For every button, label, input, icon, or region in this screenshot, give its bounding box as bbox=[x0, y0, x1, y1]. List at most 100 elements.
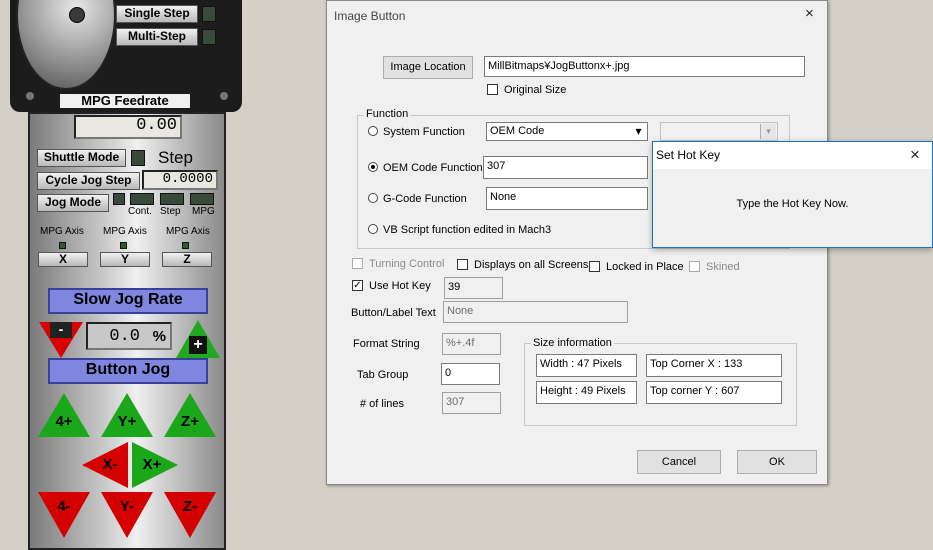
size-info-label: Size information bbox=[531, 337, 614, 349]
width-field: Width : 47 Pixels bbox=[536, 354, 637, 377]
jog-z-plus-button[interactable]: Z+ bbox=[164, 393, 216, 437]
jog-4-minus-button[interactable]: 4- bbox=[38, 492, 90, 538]
use-hot-key-label: Use Hot Key bbox=[369, 280, 431, 292]
num-lines-label: # of lines bbox=[360, 398, 405, 410]
original-size-checkbox[interactable] bbox=[487, 84, 498, 95]
jog-rate-plus-button[interactable]: + bbox=[176, 320, 220, 358]
cycle-jog-step-display: 0.0000 bbox=[142, 170, 218, 190]
skined-label: Skined bbox=[706, 261, 740, 273]
single-step-button[interactable]: Single Step bbox=[116, 5, 198, 23]
top-corner-y-field: Top corner Y : 607 bbox=[646, 381, 782, 404]
system-function-label: System Function bbox=[383, 126, 465, 138]
hot-key-input[interactable]: 39 bbox=[444, 277, 503, 299]
axis-x-button[interactable]: X bbox=[38, 252, 88, 267]
jog-rate-value: 0.0 bbox=[109, 327, 140, 346]
minus-icon: - bbox=[50, 322, 72, 338]
system-function-select[interactable]: OEM Code ▾ bbox=[486, 122, 648, 141]
ok-button[interactable]: OK bbox=[737, 450, 817, 474]
mpg-feedrate-label: MPG Feedrate bbox=[60, 94, 190, 108]
displays-all-checkbox[interactable] bbox=[457, 259, 468, 270]
tab-group-input[interactable]: 0 bbox=[441, 363, 500, 385]
step-small-label: Step bbox=[160, 206, 181, 217]
image-location-button[interactable]: Image Location bbox=[383, 56, 473, 79]
use-hot-key-checkbox[interactable]: ✓ bbox=[352, 280, 363, 291]
hot-key-title: Set Hot Key bbox=[656, 148, 721, 162]
multi-step-led bbox=[202, 29, 216, 45]
cycle-jog-step-button[interactable]: Cycle Jog Step bbox=[37, 172, 140, 190]
vb-script-radio[interactable] bbox=[368, 224, 378, 234]
mpg-axis-y-label: MPG Axis bbox=[103, 226, 147, 237]
screw-icon bbox=[220, 92, 228, 100]
num-lines-input[interactable]: 307 bbox=[442, 392, 501, 414]
mach3-jog-panel: Single Step Multi-Step MPG Feedrate 0.00… bbox=[0, 0, 245, 550]
turning-control-label: Turning Control bbox=[369, 258, 445, 270]
mpg-axis-x-label: MPG Axis bbox=[40, 226, 84, 237]
close-icon[interactable]: × bbox=[805, 5, 814, 22]
oem-code-function-radio[interactable] bbox=[368, 162, 378, 172]
top-corner-x-field: Top Corner X : 133 bbox=[646, 354, 782, 377]
screw-icon bbox=[26, 92, 34, 100]
secondary-select[interactable]: ▾ bbox=[660, 122, 778, 141]
close-icon[interactable]: × bbox=[910, 145, 920, 165]
plus-icon: + bbox=[189, 336, 207, 354]
slow-jog-rate-label: Slow Jog Rate bbox=[48, 288, 208, 314]
axis-y-led bbox=[120, 242, 127, 249]
single-step-led bbox=[202, 6, 216, 22]
jog-4-plus-button[interactable]: 4+ bbox=[38, 393, 90, 437]
button-label-text-label: Button/Label Text bbox=[351, 307, 436, 319]
axis-z-led bbox=[182, 242, 189, 249]
height-field: Height : 49 Pixels bbox=[536, 381, 637, 404]
jog-mode-button[interactable]: Jog Mode bbox=[37, 194, 109, 212]
gcode-function-radio[interactable] bbox=[368, 193, 378, 203]
displays-all-label: Displays on all Screens bbox=[474, 259, 589, 271]
shuttle-mode-led bbox=[131, 150, 145, 166]
format-string-input[interactable]: %+.4f bbox=[442, 333, 501, 355]
dialog-title: Image Button bbox=[334, 9, 406, 23]
jog-rate-minus-button[interactable]: - bbox=[39, 322, 83, 358]
system-function-value: OEM Code bbox=[490, 125, 545, 137]
format-string-label: Format String bbox=[353, 338, 420, 350]
original-size-label: Original Size bbox=[504, 84, 567, 96]
tab-group-label: Tab Group bbox=[357, 369, 409, 381]
system-function-radio[interactable] bbox=[368, 126, 378, 136]
chevron-down-icon: ▾ bbox=[760, 124, 776, 139]
mpg-label: MPG bbox=[192, 206, 215, 217]
gcode-function-label: G-Code Function bbox=[383, 193, 467, 205]
skined-checkbox[interactable] bbox=[689, 261, 700, 272]
axis-y-button[interactable]: Y bbox=[100, 252, 150, 267]
gcode-input[interactable]: None bbox=[486, 187, 648, 210]
hot-key-message: Type the Hot Key Now. bbox=[736, 198, 849, 210]
multi-step-button[interactable]: Multi-Step bbox=[116, 28, 198, 46]
mpg-led bbox=[190, 193, 214, 205]
button-jog-label: Button Jog bbox=[48, 358, 208, 384]
oem-code-input[interactable]: 307 bbox=[483, 156, 648, 179]
button-label-text-input[interactable]: None bbox=[443, 301, 628, 323]
feedrate-display: 0.00 bbox=[74, 115, 182, 139]
function-group-label: Function bbox=[364, 108, 411, 120]
mpg-axis-z-label: MPG Axis bbox=[166, 226, 210, 237]
jog-z-minus-button[interactable]: Z- bbox=[164, 492, 216, 538]
cont-label: Cont. bbox=[128, 206, 152, 217]
locked-in-place-checkbox[interactable] bbox=[589, 261, 600, 272]
axis-z-button[interactable]: Z bbox=[162, 252, 212, 267]
cont-led bbox=[130, 193, 154, 205]
vb-script-label: VB Script function edited in Mach3 bbox=[383, 224, 552, 236]
turning-control-checkbox[interactable] bbox=[352, 258, 363, 269]
jog-x-plus-button[interactable]: X+ bbox=[132, 442, 178, 488]
jog-rate-display: 0.0 % bbox=[86, 322, 172, 350]
percent-label: % bbox=[152, 328, 166, 345]
image-location-input[interactable]: MillBitmaps¥JogButtonx+.jpg bbox=[484, 56, 805, 77]
jog-mode-led bbox=[113, 193, 125, 205]
locked-in-place-label: Locked in Place bbox=[606, 261, 684, 273]
jog-y-minus-button[interactable]: Y- bbox=[101, 492, 153, 538]
step-led bbox=[160, 193, 184, 205]
jog-y-plus-button[interactable]: Y+ bbox=[101, 393, 153, 437]
set-hot-key-dialog: Set Hot Key × Type the Hot Key Now. bbox=[652, 141, 933, 248]
chevron-down-icon: ▾ bbox=[631, 124, 646, 139]
step-label: Step bbox=[158, 148, 193, 167]
shuttle-mode-button[interactable]: Shuttle Mode bbox=[37, 149, 126, 167]
axis-x-led bbox=[59, 242, 66, 249]
cancel-button[interactable]: Cancel bbox=[637, 450, 721, 474]
mpg-knob bbox=[69, 7, 85, 23]
jog-x-minus-button[interactable]: X- bbox=[82, 442, 128, 488]
